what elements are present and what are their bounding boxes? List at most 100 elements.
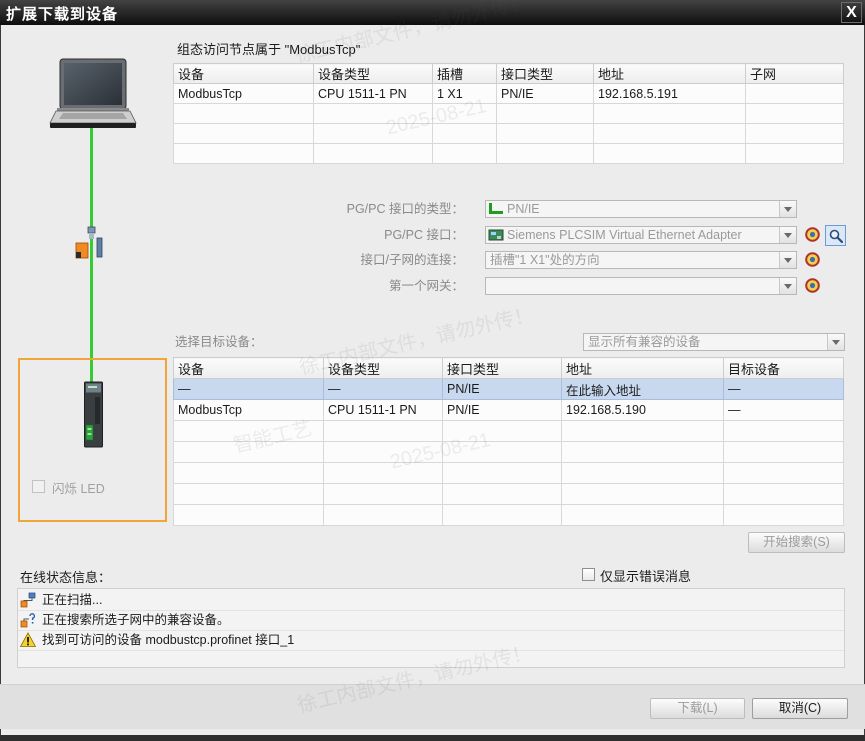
errors-only-checkbox[interactable] bbox=[582, 568, 595, 581]
column-header-device-type[interactable]: 设备类型 bbox=[313, 63, 433, 84]
plc-device-icon[interactable] bbox=[84, 381, 104, 449]
empty-cell bbox=[745, 123, 844, 144]
column-header-device[interactable]: 设备 bbox=[173, 357, 324, 379]
target-device-table: 设备 设备类型 接口类型 地址 目标设备 — — PN/IE 在此输入地址 — … bbox=[173, 357, 844, 526]
empty-cell bbox=[323, 420, 443, 442]
empty-cell bbox=[432, 103, 497, 124]
empty-row bbox=[173, 103, 844, 124]
chevron-down-icon[interactable] bbox=[779, 227, 796, 243]
chevron-down-icon[interactable] bbox=[779, 252, 796, 268]
config-table-header: 设备 设备类型 插槽 接口类型 地址 子网 bbox=[173, 63, 844, 84]
config-table: 设备 设备类型 插槽 接口类型 地址 子网 ModbusTcp CPU 1511… bbox=[173, 63, 844, 164]
flash-led-checkbox[interactable] bbox=[32, 480, 45, 493]
first-gateway-dropdown[interactable] bbox=[485, 277, 797, 295]
cell-interface-type: PN/IE bbox=[496, 83, 594, 104]
status-message[interactable]: 正在扫描... bbox=[18, 590, 844, 611]
search-icon bbox=[829, 229, 843, 243]
cancel-button[interactable]: 取消(C) bbox=[752, 698, 848, 719]
empty-cell bbox=[313, 143, 433, 164]
empty-cell bbox=[313, 103, 433, 124]
network-adapter-icon bbox=[488, 228, 504, 242]
column-header-address[interactable]: 地址 bbox=[593, 63, 746, 84]
config-table-caption: 组态访问节点属于 "ModbusTcp" bbox=[177, 42, 361, 57]
interface-properties-icon[interactable] bbox=[805, 227, 820, 242]
empty-cell bbox=[173, 462, 324, 484]
extended-download-dialog: 扩展下载到设备 X 闪烁 LED 组态访问节点属于 "ModbusTcp" 设备… bbox=[0, 0, 865, 741]
status-message[interactable]: 找到可访问的设备 modbustcp.profinet 接口_1 bbox=[18, 630, 844, 651]
empty-cell bbox=[442, 462, 562, 484]
pgpc-type-label: PG/PC 接口的类型： bbox=[346, 202, 464, 216]
empty-row bbox=[173, 123, 844, 144]
download-button[interactable]: 下载(L) bbox=[650, 698, 745, 719]
chevron-down-icon[interactable] bbox=[827, 334, 844, 350]
empty-row bbox=[173, 462, 844, 484]
status-message-text: 找到可访问的设备 modbustcp.profinet 接口_1 bbox=[42, 633, 295, 647]
empty-cell bbox=[442, 420, 562, 442]
empty-cell bbox=[442, 504, 562, 526]
empty-cell bbox=[173, 441, 324, 463]
column-header-device-type[interactable]: 设备类型 bbox=[323, 357, 443, 379]
select-target-label: 选择目标设备： bbox=[175, 335, 263, 349]
column-header-device[interactable]: 设备 bbox=[173, 63, 314, 84]
pnie-network-icon bbox=[488, 202, 504, 216]
empty-cell bbox=[745, 143, 844, 164]
status-message[interactable]: 正在搜索所选子网中的兼容设备。 bbox=[18, 610, 844, 631]
column-header-slot[interactable]: 插槽 bbox=[432, 63, 497, 84]
empty-cell bbox=[323, 483, 443, 505]
cell-subnet bbox=[745, 83, 844, 104]
empty-cell bbox=[323, 441, 443, 463]
empty-cell bbox=[561, 420, 724, 442]
flash-led-label: 闪烁 LED bbox=[52, 482, 105, 496]
empty-cell bbox=[723, 462, 844, 484]
chevron-down-icon[interactable] bbox=[779, 278, 796, 294]
table-row[interactable]: ModbusTcp CPU 1511-1 PN 1 X1 PN/IE 192.1… bbox=[173, 83, 844, 104]
status-message-list: 正在扫描... 正在搜索所选子网中的兼容设备。 找到可访问的设备 modbust… bbox=[17, 588, 845, 668]
device-filter-dropdown[interactable]: 显示所有兼容的设备 bbox=[583, 333, 845, 351]
table-row[interactable]: ModbusTcp CPU 1511-1 PN PN/IE 192.168.5.… bbox=[173, 399, 844, 421]
start-search-button[interactable]: 开始搜索(S) bbox=[748, 532, 845, 553]
column-header-interface-type[interactable]: 接口类型 bbox=[496, 63, 594, 84]
cell-device-type: — bbox=[323, 378, 443, 400]
warning-icon bbox=[19, 632, 37, 648]
subnet-connection-label: 接口/子网的连接： bbox=[360, 253, 464, 267]
empty-cell bbox=[593, 143, 746, 164]
chevron-down-icon[interactable] bbox=[779, 201, 796, 217]
cell-address: 192.168.5.191 bbox=[593, 83, 746, 104]
search-button[interactable] bbox=[825, 225, 846, 246]
target-device-frame: 闪烁 LED bbox=[18, 358, 167, 522]
column-header-subnet[interactable]: 子网 bbox=[745, 63, 844, 84]
empty-cell bbox=[561, 483, 724, 505]
empty-cell bbox=[442, 441, 562, 463]
device-filter-value: 显示所有兼容的设备 bbox=[588, 335, 701, 349]
empty-row bbox=[173, 143, 844, 164]
gateway-properties-icon[interactable] bbox=[805, 278, 820, 293]
empty-cell bbox=[313, 123, 433, 144]
column-header-target-device[interactable]: 目标设备 bbox=[723, 357, 844, 379]
cell-interface-type: PN/IE bbox=[442, 399, 562, 421]
empty-cell bbox=[723, 420, 844, 442]
close-button[interactable]: X bbox=[841, 2, 862, 23]
empty-cell bbox=[442, 483, 562, 505]
subnet-connection-value: 插槽"1 X1"处的方向 bbox=[490, 253, 600, 267]
empty-cell bbox=[323, 504, 443, 526]
column-header-address[interactable]: 地址 bbox=[561, 357, 724, 379]
cell-address-input[interactable]: 在此输入地址 bbox=[561, 378, 724, 400]
pgpc-type-dropdown[interactable]: PN/IE bbox=[485, 200, 797, 218]
cell-target-device: — bbox=[723, 378, 844, 400]
empty-cell bbox=[593, 103, 746, 124]
status-message-text: 正在扫描... bbox=[42, 593, 103, 607]
subnet-connection-dropdown[interactable]: 插槽"1 X1"处的方向 bbox=[485, 251, 797, 269]
empty-cell bbox=[561, 504, 724, 526]
pgpc-interface-dropdown[interactable]: Siemens PLCSIM Virtual Ethernet Adapter bbox=[485, 226, 797, 244]
column-header-interface-type[interactable]: 接口类型 bbox=[442, 357, 562, 379]
scan-network-icon bbox=[20, 592, 36, 608]
status-message-text: 正在搜索所选子网中的兼容设备。 bbox=[42, 613, 230, 627]
empty-row bbox=[173, 420, 844, 442]
pg-laptop-icon[interactable] bbox=[49, 58, 137, 128]
empty-cell bbox=[173, 483, 324, 505]
pgpc-interface-value: Siemens PLCSIM Virtual Ethernet Adapter bbox=[507, 228, 742, 242]
network-connection-line bbox=[90, 128, 93, 383]
table-row-selected[interactable]: — — PN/IE 在此输入地址 — bbox=[173, 378, 844, 400]
subnet-properties-icon[interactable] bbox=[805, 252, 820, 267]
cell-device: ModbusTcp bbox=[173, 399, 324, 421]
